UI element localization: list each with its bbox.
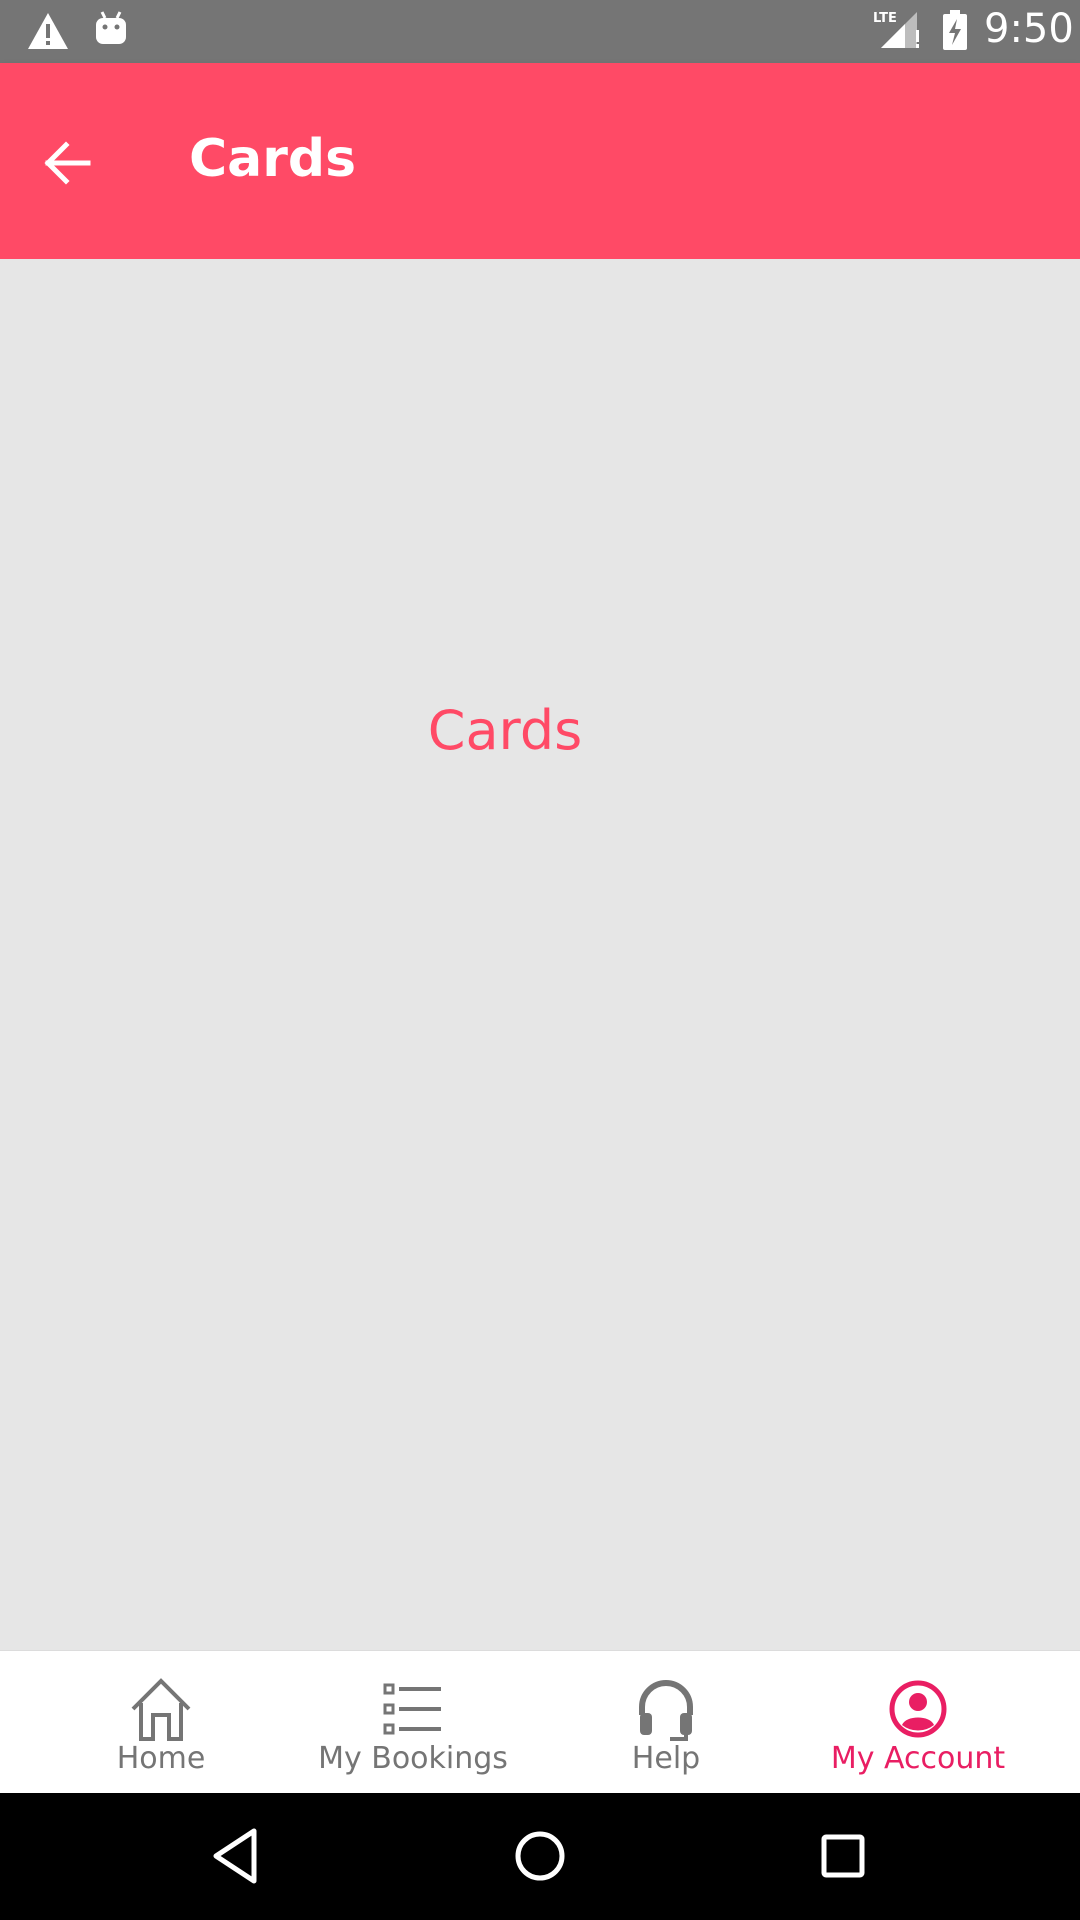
headset-icon bbox=[639, 1680, 693, 1741]
system-navigation-bar bbox=[0, 1793, 1080, 1920]
status-time: 9:50 bbox=[984, 6, 1074, 52]
svg-text:LTE: LTE bbox=[873, 11, 897, 26]
nav-label-my-account: My Account bbox=[830, 1741, 1006, 1776]
nav-item-my-account[interactable]: My Account bbox=[793, 1651, 1043, 1794]
android-icon bbox=[96, 11, 126, 44]
home-icon bbox=[131, 1678, 191, 1741]
recents-square-icon[interactable] bbox=[810, 1823, 876, 1889]
battery-charging-icon bbox=[943, 10, 967, 50]
app-bar: Cards bbox=[0, 63, 1080, 259]
nav-label-help: Help bbox=[631, 1741, 701, 1776]
back-triangle-icon[interactable] bbox=[204, 1823, 270, 1889]
main-content: Cards bbox=[0, 259, 1080, 1650]
nav-label-my-bookings: My Bookings bbox=[318, 1741, 508, 1776]
arrow-left-icon[interactable] bbox=[40, 135, 96, 191]
home-circle-icon[interactable] bbox=[507, 1823, 573, 1889]
nav-item-help[interactable]: Help bbox=[541, 1651, 791, 1794]
list-icon bbox=[383, 1683, 441, 1735]
warning-icon bbox=[28, 13, 68, 49]
lte-signal-icon: LTE bbox=[873, 11, 919, 48]
content-placeholder-text: Cards bbox=[427, 699, 583, 762]
bottom-navigation: Home My Bookings Help My Account bbox=[0, 1650, 1080, 1793]
page-title: Cards bbox=[189, 129, 357, 189]
nav-label-home: Home bbox=[116, 1741, 206, 1776]
nav-item-my-bookings[interactable]: My Bookings bbox=[288, 1651, 538, 1794]
account-circle-icon bbox=[889, 1680, 947, 1738]
nav-item-home[interactable]: Home bbox=[36, 1651, 286, 1794]
status-bar: LTE 9:50 bbox=[0, 0, 1080, 63]
